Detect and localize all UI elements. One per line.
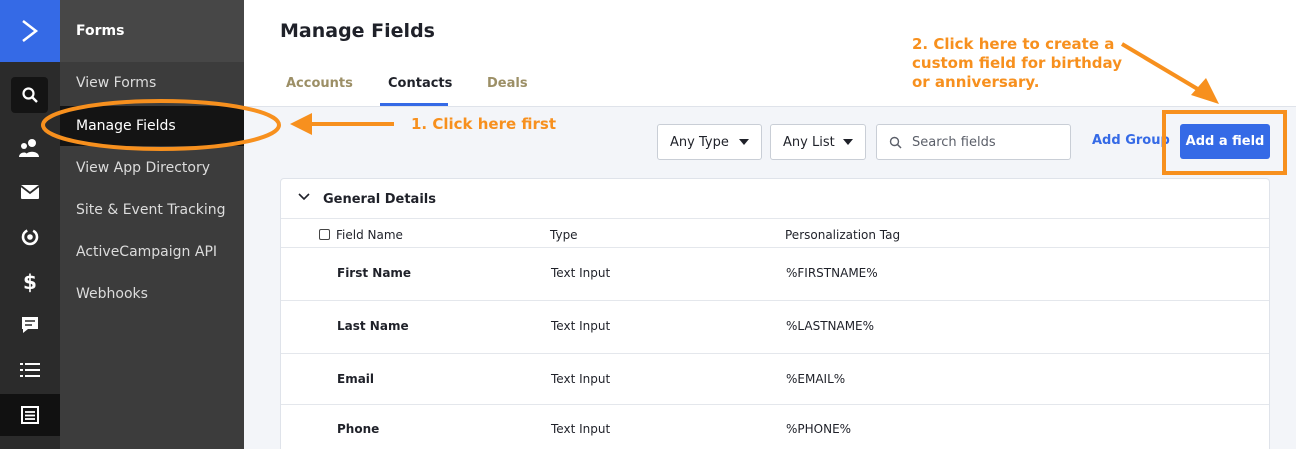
- arrow-left-icon: [290, 113, 312, 135]
- annotation-ellipse: [41, 99, 281, 151]
- annotation-step2-line1: 2. Click here to create a: [912, 35, 1115, 53]
- annotation-arrow-line: [1120, 42, 1208, 96]
- annotation-step1: 1. Click here first: [411, 115, 556, 133]
- annotation-step2-line2: custom field for birthday: [912, 54, 1122, 72]
- annotation-step2-line3: or anniversary.: [912, 73, 1040, 91]
- arrow-down-right-icon: [1191, 78, 1219, 104]
